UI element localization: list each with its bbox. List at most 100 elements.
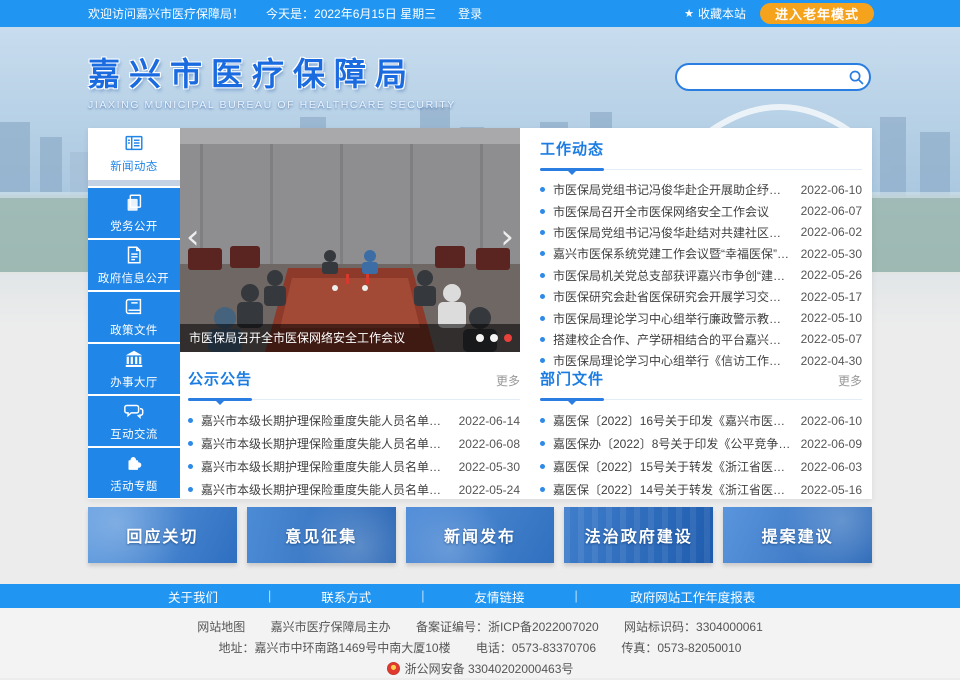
sidebar-item-party-affairs[interactable]: 党务公开 — [88, 188, 180, 238]
news-carousel: ‹ › 市医保局召开全市医保网络安全工作会议 — [180, 128, 520, 352]
news-item[interactable]: 市医保局召开全市医保网络安全工作会议2022-06-07 — [540, 200, 862, 221]
star-icon: ★ — [684, 7, 694, 20]
carousel-photo — [180, 128, 520, 352]
carousel-dot-active[interactable] — [504, 334, 512, 342]
news-item[interactable]: 市医保局党组书记冯俊华赴结对共建社区指导全国文...2022-06-02 — [540, 222, 862, 243]
bullet-icon — [540, 230, 545, 235]
sidebar-label: 活动专题 — [110, 477, 158, 493]
title-pointer — [568, 171, 576, 175]
news-item[interactable]: 市医保局党组书记冯俊华赴企开展助企纾困活动2022-06-10 — [540, 179, 862, 200]
bullet-icon — [540, 464, 545, 469]
site-title: 嘉兴市医疗保障局 — [88, 49, 456, 95]
section-header: 部门文件 更多 — [540, 368, 862, 400]
sidebar-menu: 新闻动态 党务公开 政府信息公开 政策文件 — [88, 128, 180, 500]
bullet-icon — [188, 487, 193, 492]
elder-mode-button[interactable]: 进入老年模式 — [760, 3, 874, 24]
sidebar-item-news[interactable]: 新闻动态 — [88, 128, 180, 178]
bullet-icon — [540, 337, 545, 342]
footer-link-contact[interactable]: 联系方式 — [271, 587, 421, 606]
footer-info-line1: 网站地图 嘉兴市医疗保障局主办 备案证编号：浙ICP备2022007020 网站… — [0, 617, 960, 638]
bullet-icon — [540, 187, 545, 192]
bullet-icon — [540, 418, 545, 423]
banner-proposal-suggestions[interactable]: 提案建议 — [723, 507, 872, 563]
address-text: 地址：嘉兴市中环南路1469号中南大厦10楼 — [219, 641, 451, 655]
title-pointer — [568, 401, 576, 405]
quick-banner-row: 回应关切 意见征集 新闻发布 法治政府建设 提案建议 — [88, 507, 872, 563]
announcement-item[interactable]: 嘉兴市本级长期护理保险重度失能人员名单公示（2...2022-06-14 — [188, 409, 520, 432]
sitemap-link[interactable]: 网站地图 — [197, 620, 245, 634]
sidebar-item-special-topics[interactable]: 活动专题 — [88, 448, 180, 498]
site-code-text: 网站标识码：3304000061 — [624, 620, 763, 634]
banner-news-release[interactable]: 新闻发布 — [406, 507, 555, 563]
sidebar-item-gov-info[interactable]: 政府信息公开 — [88, 240, 180, 290]
favorite-label: 收藏本站 — [698, 5, 746, 22]
footer-link-annual-report[interactable]: 政府网站工作年度报表 — [578, 587, 808, 606]
section-title: 工作动态 — [540, 141, 604, 158]
news-item[interactable]: 市医保研究会赴省医保研究会开展学习交流活动2022-05-17 — [540, 286, 862, 307]
document-icon — [123, 244, 145, 266]
bullet-icon — [188, 441, 193, 446]
phone-text: 电话：0573-83370706 — [476, 641, 596, 655]
news-item[interactable]: 嘉兴市医保系统党建工作会议暨“幸福医保”党建联...2022-05-30 — [540, 243, 862, 264]
sidebar-item-policy-files[interactable]: 政策文件 — [88, 292, 180, 342]
bullet-icon — [540, 209, 545, 214]
bullet-icon — [540, 316, 545, 321]
dept-file-item[interactable]: 嘉医保〔2022〕14号关于转发《浙江省医疗保...2022-05-16 — [540, 478, 862, 501]
date-text: 今天是：2022年6月15日 星期三 — [266, 5, 436, 22]
bullet-icon — [188, 418, 193, 423]
work-news-panel: 工作动态 市医保局党组书记冯俊华赴企开展助企纾困活动2022-06-10 市医保… — [540, 138, 862, 372]
bank-icon — [123, 348, 145, 370]
more-link[interactable]: 更多 — [496, 372, 520, 389]
book-icon — [123, 296, 145, 318]
search-input[interactable] — [689, 66, 844, 88]
footer-link-about[interactable]: 关于我们 — [118, 587, 268, 606]
section-header: 公示公告 更多 — [188, 368, 520, 400]
chat-icon — [123, 400, 145, 422]
dept-file-item[interactable]: 嘉医保办〔2022〕8号关于印发《公平竞争审查...2022-06-09 — [540, 432, 862, 455]
search-icon — [848, 69, 865, 86]
carousel-dot[interactable] — [490, 334, 498, 342]
sidebar-item-interaction[interactable]: 互动交流 — [88, 396, 180, 446]
footer-link-friendly-links[interactable]: 友情链接 — [425, 587, 575, 606]
more-link[interactable]: 更多 — [838, 372, 862, 389]
dept-file-item[interactable]: 嘉医保〔2022〕16号关于印发《嘉兴市医疗保...2022-06-10 — [540, 409, 862, 432]
banner-law-gov-construction[interactable]: 法治政府建设 — [564, 507, 713, 563]
bullet-icon — [540, 294, 545, 299]
carousel-next-arrow[interactable]: › — [500, 222, 514, 252]
bullet-icon — [540, 441, 545, 446]
search-button[interactable] — [844, 65, 869, 89]
host-text: 嘉兴市医疗保障局主办 — [271, 620, 391, 634]
banner-respond-concerns[interactable]: 回应关切 — [88, 507, 237, 563]
announcement-item[interactable]: 嘉兴市本级长期护理保险重度失能人员名单公示（2...2022-05-30 — [188, 455, 520, 478]
dept-file-item[interactable]: 嘉医保〔2022〕15号关于转发《浙江省医疗保...2022-06-03 — [540, 455, 862, 478]
sidebar-item-service-hall[interactable]: 办事大厅 — [88, 344, 180, 394]
site-logo: 嘉兴市医疗保障局 JIAXING MUNICIPAL BUREAU OF HEA… — [88, 49, 456, 111]
carousel-caption[interactable]: 市医保局召开全市医保网络安全工作会议 — [180, 324, 520, 352]
announcement-item[interactable]: 嘉兴市本级长期护理保险重度失能人员名单公示（2...2022-06-08 — [188, 432, 520, 455]
footer-info-line3: 浙公网安备 33040202000463号 — [0, 659, 960, 680]
news-item[interactable]: 搭建校企合作、产学研相结合的平台嘉兴市长期护理...2022-05-07 — [540, 329, 862, 350]
news-item[interactable]: 市医保局理论学习中心组举行廉政警示教育专题学习...2022-05-10 — [540, 307, 862, 328]
footer-nav: 关于我们 | 联系方式 | 友情链接 | 政府网站工作年度报表 — [0, 584, 960, 608]
carousel-prev-arrow[interactable]: ‹ — [186, 222, 200, 252]
section-header: 工作动态 — [540, 138, 862, 170]
banner-opinion-collection[interactable]: 意见征集 — [247, 507, 396, 563]
carousel-dots — [476, 334, 512, 342]
announcement-item[interactable]: 嘉兴市本级长期护理保险重度失能人员名单公示（2...2022-05-24 — [188, 478, 520, 501]
login-link[interactable]: 登录 — [458, 5, 482, 22]
puzzle-icon — [123, 452, 145, 474]
sidebar-label: 互动交流 — [110, 425, 158, 441]
welcome-text: 欢迎访问嘉兴市医疗保障局！ — [88, 5, 244, 22]
sidebar-active-strip — [88, 180, 180, 186]
footer-info-line2: 地址：嘉兴市中环南路1469号中南大厦10楼 电话：0573-83370706 … — [0, 638, 960, 659]
announcements-panel: 公示公告 更多 嘉兴市本级长期护理保险重度失能人员名单公示（2...2022-0… — [188, 368, 520, 501]
topbar: 欢迎访问嘉兴市医疗保障局！ 今天是：2022年6月15日 星期三 登录 ★ 收藏… — [0, 0, 960, 27]
favorite-link[interactable]: ★ 收藏本站 — [684, 5, 746, 22]
news-item[interactable]: 市医保局机关党总支部获评嘉兴市争创“建设清廉机...2022-05-26 — [540, 265, 862, 286]
newspaper-icon — [123, 132, 145, 154]
carousel-dot[interactable] — [476, 334, 484, 342]
announcement-list: 嘉兴市本级长期护理保险重度失能人员名单公示（2...2022-06-14 嘉兴市… — [188, 409, 520, 501]
sidebar-label: 政府信息公开 — [98, 269, 169, 285]
sidebar-label: 新闻动态 — [110, 157, 158, 173]
police-record-text: 浙公网安备 33040202000463号 — [405, 662, 574, 676]
